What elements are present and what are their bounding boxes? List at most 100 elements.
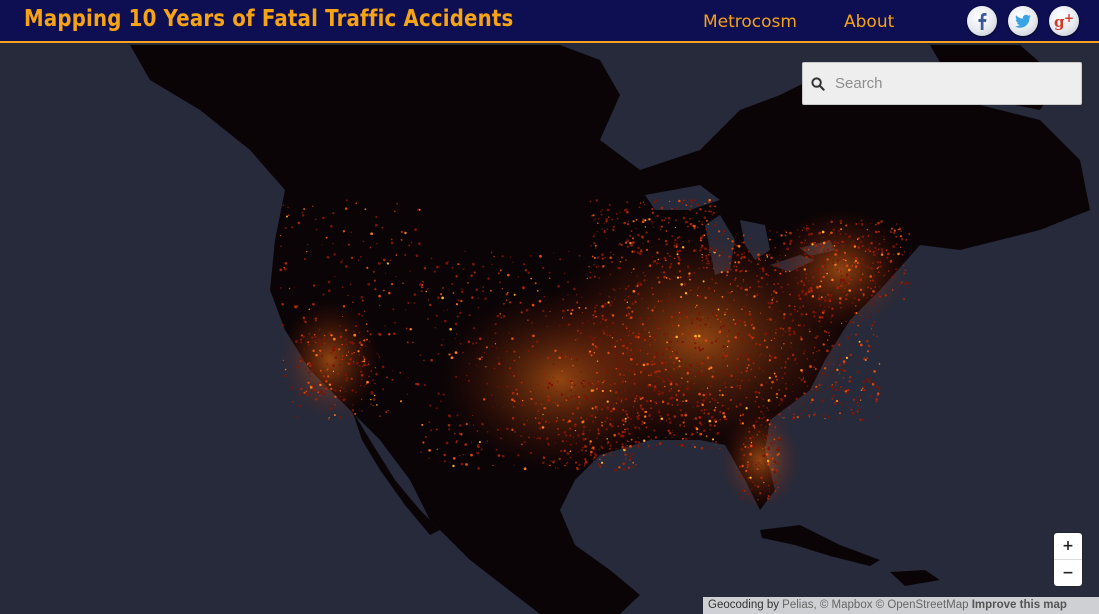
accident-point: [762, 267, 765, 270]
zoom-out-button[interactable]: −: [1054, 560, 1082, 586]
accident-point: [859, 399, 862, 401]
accident-point: [323, 343, 326, 345]
accident-point: [686, 345, 689, 348]
accident-point: [811, 398, 814, 402]
accident-point: [689, 364, 692, 367]
accident-point: [364, 385, 366, 387]
accident-point: [758, 343, 762, 346]
accident-point: [358, 331, 361, 334]
accident-point: [435, 428, 438, 431]
accident-point: [311, 390, 314, 393]
accident-point: [321, 372, 323, 374]
accident-point: [875, 249, 878, 252]
accident-point: [296, 404, 298, 406]
accident-point: [760, 397, 763, 399]
accident-point: [699, 423, 701, 425]
search-input[interactable]: [835, 63, 1075, 104]
accident-point: [642, 439, 646, 443]
accident-point: [626, 301, 629, 304]
accident-point: [615, 447, 617, 450]
accident-point: [895, 243, 898, 246]
accident-point: [689, 208, 692, 211]
accident-point: [548, 271, 551, 274]
accident-point: [628, 432, 631, 436]
accident-point: [664, 259, 667, 262]
accident-point: [368, 375, 370, 378]
accident-point: [606, 334, 609, 337]
accident-point: [520, 381, 523, 384]
accident-point: [284, 262, 288, 265]
accident-point: [845, 224, 848, 227]
accident-point: [653, 338, 656, 341]
accident-point: [775, 468, 778, 472]
accident-point: [830, 281, 833, 283]
accident-point: [482, 265, 485, 268]
accident-point: [402, 282, 404, 284]
accident-point: [652, 260, 656, 263]
accident-point: [577, 385, 579, 387]
accident-point: [681, 397, 683, 399]
accident-point: [462, 453, 465, 456]
accident-point: [822, 343, 825, 346]
accident-point: [620, 382, 622, 385]
accident-point: [822, 415, 824, 417]
accident-point: [768, 484, 770, 487]
zoom-in-button[interactable]: +: [1054, 533, 1082, 559]
accident-point: [685, 399, 688, 403]
nav-link-metrocosm[interactable]: Metrocosm: [703, 12, 797, 32]
accident-point: [839, 288, 842, 290]
accident-point: [637, 444, 640, 448]
accident-point: [822, 241, 826, 245]
accident-point: [802, 376, 804, 378]
accident-point: [625, 325, 628, 327]
accident-point: [626, 381, 629, 383]
accident-point: [632, 406, 635, 408]
accident-point: [866, 228, 869, 231]
accident-point: [708, 254, 710, 256]
accident-point: [536, 438, 538, 440]
accident-point: [568, 389, 570, 391]
accident-point: [611, 314, 615, 317]
accident-point: [361, 360, 364, 363]
accident-point: [651, 360, 654, 363]
accident-point: [860, 223, 864, 226]
nav-link-about[interactable]: About: [844, 12, 894, 32]
accident-point: [467, 340, 471, 343]
accident-point: [879, 265, 881, 268]
page-title: Mapping 10 Years of Fatal Traffic Accide…: [24, 6, 514, 32]
accident-point: [412, 341, 414, 344]
accident-point: [793, 308, 796, 311]
google-plus-icon[interactable]: g +: [1049, 6, 1079, 36]
twitter-icon[interactable]: [1008, 6, 1038, 36]
accident-point: [621, 427, 623, 429]
accident-point: [802, 264, 806, 267]
accident-point: [315, 353, 318, 357]
accident-point: [591, 383, 593, 385]
pelias-link[interactable]: Pelias: [782, 599, 813, 611]
accident-point: [291, 386, 295, 389]
accident-point: [498, 281, 501, 284]
accident-point: [817, 269, 820, 272]
search-box[interactable]: [802, 62, 1082, 105]
accident-point: [392, 308, 395, 311]
accident-point: [374, 382, 376, 385]
accident-point: [620, 243, 623, 247]
accident-point: [777, 486, 779, 489]
accident-point: [343, 388, 345, 390]
accident-point: [811, 295, 815, 298]
accident-point: [762, 398, 765, 401]
accident-point: [699, 236, 703, 240]
accident-point: [524, 363, 527, 366]
accident-point: [776, 378, 778, 381]
accident-point: [789, 270, 791, 272]
accident-point: [651, 208, 654, 211]
accident-point: [593, 348, 595, 350]
accident-point: [378, 356, 381, 358]
facebook-icon[interactable]: [967, 6, 997, 36]
accident-point: [713, 267, 715, 269]
accident-point: [811, 255, 814, 259]
accident-point: [638, 395, 641, 398]
accident-point: [675, 207, 678, 210]
accident-point: [338, 348, 341, 351]
improve-map-link[interactable]: Improve this map: [972, 599, 1067, 611]
